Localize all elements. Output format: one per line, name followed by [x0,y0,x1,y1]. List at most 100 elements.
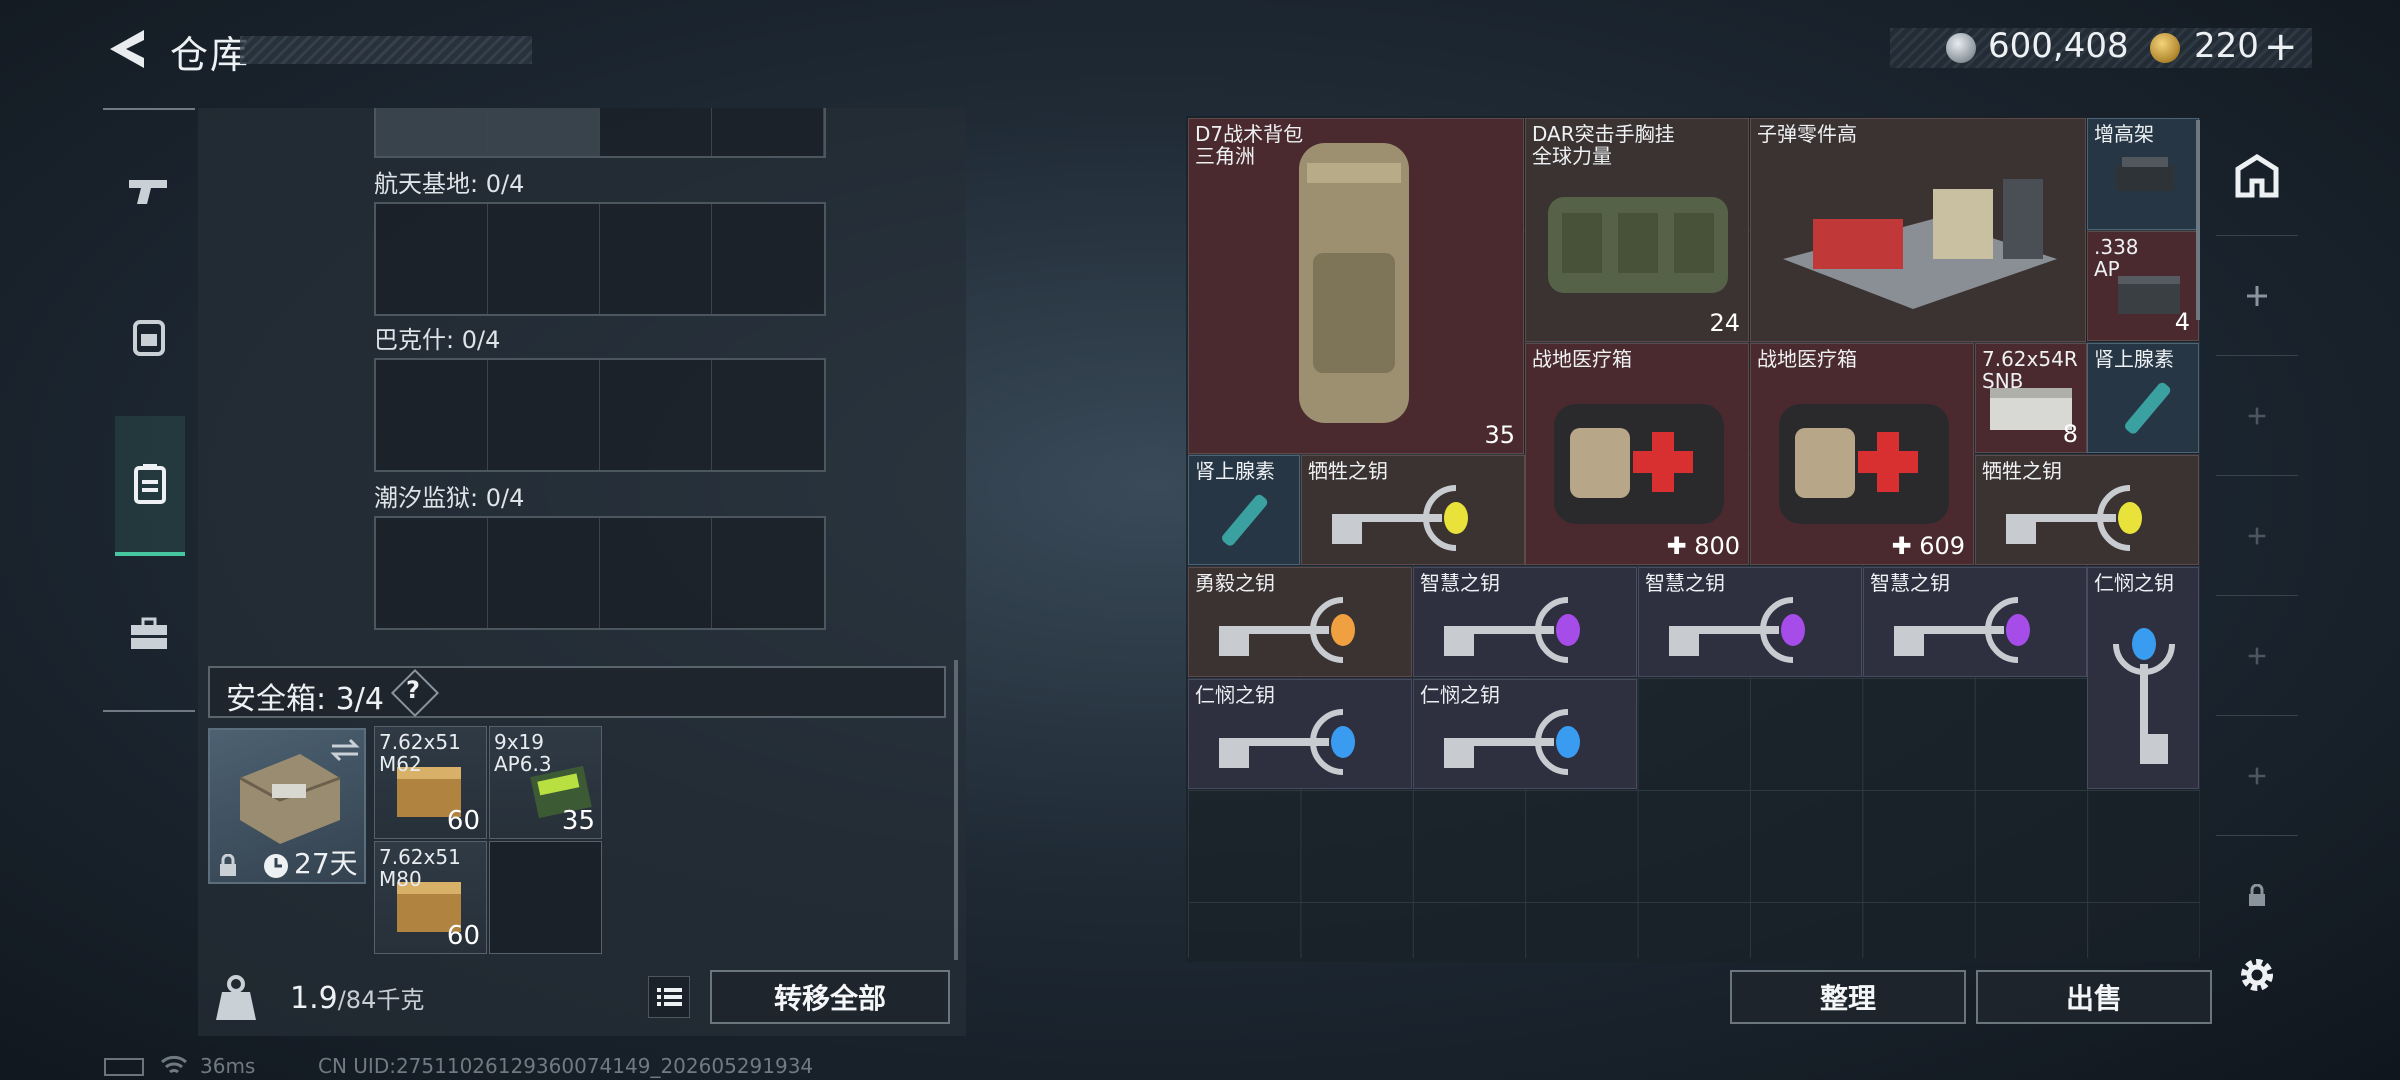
slot-cell[interactable] [488,518,600,628]
stash-item-key[interactable]: 仁悯之钥 [1413,679,1637,789]
settings-gear-icon[interactable] [2234,952,2280,998]
item-name: 仁悯之钥 [1195,683,1275,707]
plus-icon [2248,767,2266,784]
med-durability: 609 [1919,532,1965,560]
stash-item-key[interactable]: 勇毅之钥 [1188,567,1412,677]
slot-cell[interactable] [600,204,712,314]
slot-cell[interactable] [712,204,824,314]
right-nav [2216,116,2298,962]
slot-cell[interactable] [600,518,712,628]
stash-item-med-kit[interactable]: 战地医疗箱 ✚ 800 [1525,343,1749,565]
stash-grid: D7战术背包 三角洲 35 DAR突击手胸挂 全球力量 24 子弹零件高 增高架… [1188,118,2200,958]
safebox-item[interactable]: 7.62x51 M62 60 [374,726,487,839]
slot-cell[interactable] [376,360,488,470]
stash-item-adrenaline[interactable]: 肾上腺素 [1188,455,1300,565]
item-count: 4 [2174,308,2190,336]
slot-cell[interactable] [712,360,824,470]
slot-cell[interactable] [712,518,824,628]
coin-value: 600,408 [1988,26,2129,66]
key-icon [1219,709,1355,775]
item-name: 仁悯之钥 [2094,571,2174,595]
sell-button[interactable]: 出售 [1976,970,2212,1024]
stash-page-add[interactable] [2216,476,2298,596]
stash-item-adrenaline[interactable]: 肾上腺素 [2087,343,2199,453]
slot-cell[interactable] [488,108,600,156]
weight-readout: 1.9/84千克 [290,980,424,1016]
user-uid: CN UID:27511026129360074149_202605291934 [318,1054,814,1078]
sort-button[interactable]: 整理 [1730,970,1966,1024]
add-token-button[interactable]: + [2264,24,2298,70]
nav-containers[interactable] [115,416,185,556]
key-icon [2113,628,2175,764]
stash-item-762x54r[interactable]: 7.62x54R SNB 8 [1975,343,2087,453]
slot-cell[interactable] [600,108,712,156]
slot-grid-bakhsh [374,358,826,472]
slot-cell[interactable] [376,518,488,628]
slot-grid-tidal-prison [374,516,826,630]
stash-item-key[interactable]: 智慧之钥 [1413,567,1637,677]
item-name: 战地医疗箱 [1532,347,1632,371]
swap-icon[interactable] [330,738,360,762]
key-icon [1669,597,1805,663]
stash-item-key[interactable]: 牺牲之钥 [1301,455,1525,565]
first-aid-art [1554,404,1724,524]
safebox-item[interactable]: 7.62x51 M80 60 [374,841,487,954]
stash-page-add[interactable] [2216,716,2298,836]
stash-scrollbar[interactable] [2196,120,2200,320]
slot-cell[interactable] [488,360,600,470]
item-count: ✚ 609 [1891,532,1965,560]
nav-weapons[interactable] [103,144,195,240]
nav-briefcase[interactable] [103,586,195,682]
left-scrollbar[interactable] [954,660,958,960]
stash-page-add[interactable] [2216,596,2298,716]
transfer-all-button[interactable]: 转移全部 [710,970,950,1024]
slot-cell[interactable] [600,360,712,470]
slot-cell[interactable] [712,108,824,156]
slot-cell[interactable] [376,204,488,314]
list-view-button[interactable] [648,976,690,1018]
clock-icon [264,854,288,878]
safebox-empty-slot[interactable] [489,841,602,954]
item-name: 勇毅之钥 [1195,571,1275,595]
stash-item-riser[interactable]: 增高架 [2087,118,2199,230]
item-name: 子弹零件高 [1757,122,1857,146]
container-icon [134,464,166,504]
stash-item-key[interactable]: 智慧之钥 [1863,567,2087,677]
backpack-art [1299,143,1409,423]
gun-icon [129,180,167,204]
stash-page-locked[interactable] [2216,836,2298,956]
stash-page-add[interactable] [2216,356,2298,476]
stash-item-med-kit[interactable]: 战地医疗箱 ✚ 609 [1750,343,1974,565]
stash-item-d7-backpack[interactable]: D7战术背包 三角洲 35 [1188,118,1524,454]
syringe-art [1222,494,1268,546]
item-name: 牺牲之钥 [1982,459,2062,483]
item-name: .338 AP [2094,235,2139,281]
item-name: D7战术背包 三角洲 [1195,122,1304,168]
stash-item-ammo-parts[interactable]: 子弹零件高 [1750,118,2086,342]
item-name: 7.62x51 M62 [379,730,461,776]
nav-backpack[interactable] [103,288,195,384]
key-icon [1444,709,1580,775]
lock-icon [2249,884,2265,906]
stash-item-dar-chest-rig[interactable]: DAR突击手胸挂 全球力量 24 [1525,118,1749,342]
stash-item-key[interactable]: 仁悯之钥 [1188,679,1412,789]
stash-item-key[interactable]: 仁悯之钥 [2087,567,2199,789]
stash-page-home[interactable] [2216,116,2298,236]
item-count: 35 [1484,421,1515,449]
key-icon [1444,597,1580,663]
stash-item-338-ap[interactable]: .338 AP 4 [2087,231,2199,341]
stash-item-key[interactable]: 智慧之钥 [1638,567,1862,677]
slot-grid-space-base [374,202,826,316]
chest-rig-art [1548,197,1728,293]
ping-readout: 36ms [200,1054,256,1078]
battery-icon [104,1058,144,1076]
slot-cell[interactable] [376,108,488,156]
list-icon [657,988,682,1006]
safe-case-icon [239,754,341,844]
back-arrow-icon[interactable] [104,26,148,72]
item-count: 8 [2062,420,2078,448]
safebox-item[interactable]: 9x19 AP6.3 35 [489,726,602,839]
stash-item-key[interactable]: 牺牲之钥 [1975,455,2199,565]
slot-cell[interactable] [488,204,600,314]
stash-page-add[interactable] [2216,236,2298,356]
